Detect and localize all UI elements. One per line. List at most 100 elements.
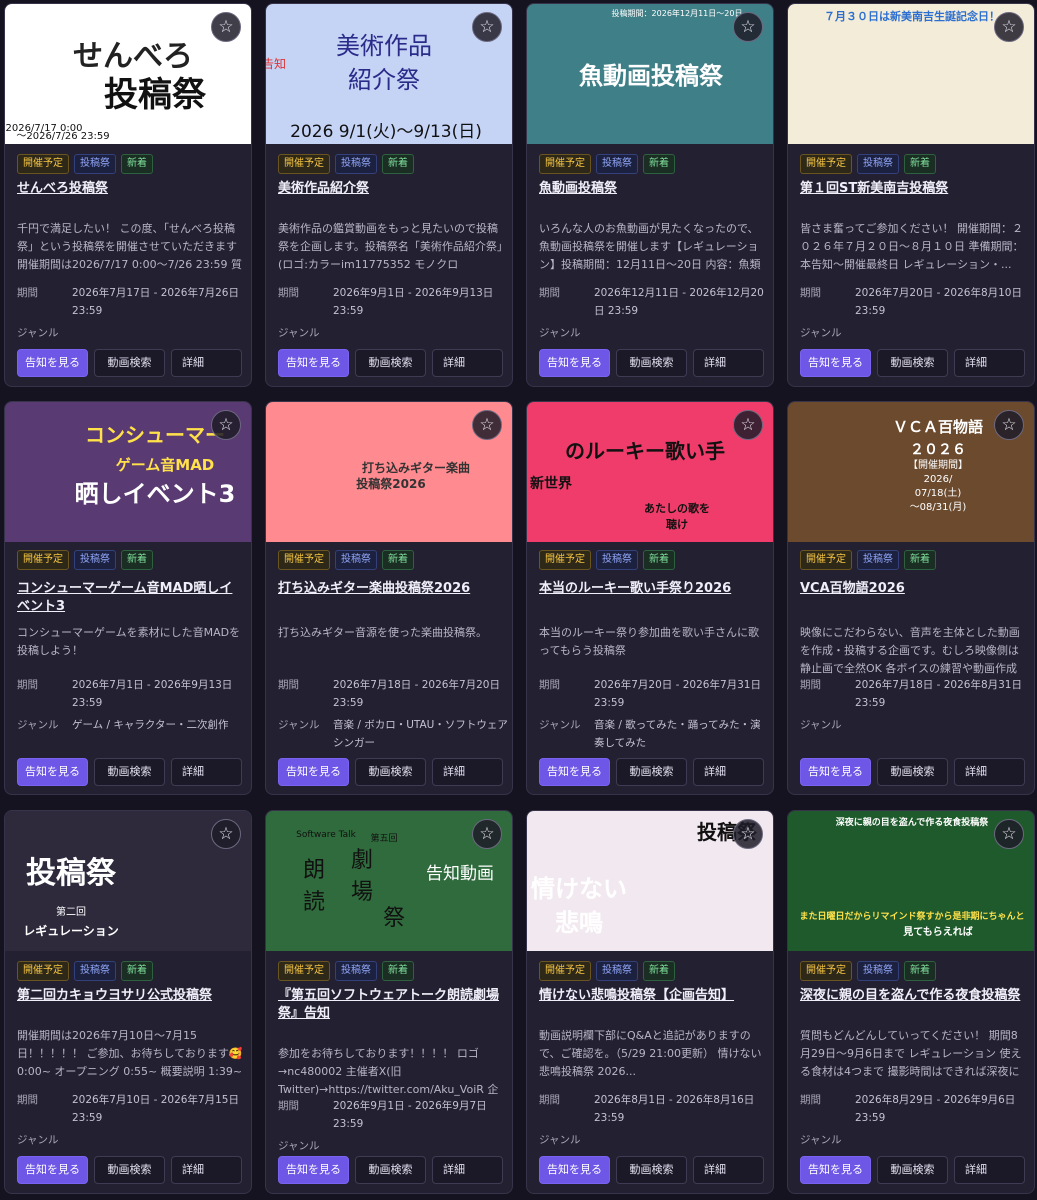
card-actions: 告知を見る 動画検索 詳細 — [278, 758, 503, 786]
card-actions: 告知を見る 動画検索 詳細 — [800, 758, 1025, 786]
video-search-button[interactable]: 動画検索 — [94, 758, 165, 786]
video-search-button[interactable]: 動画検索 — [94, 1156, 165, 1184]
details-button[interactable]: 詳細 — [954, 758, 1025, 786]
favorite-star-icon[interactable]: ☆ — [472, 819, 502, 849]
event-card[interactable]: 深夜に親の目を盗んで作る夜食投稿祭 また日曜日だからリマインド祭すから是非期にちゃ… — [787, 810, 1035, 1194]
period-label: 期間 — [278, 1100, 299, 1112]
thumbnail-text: 投稿祭 — [26, 856, 117, 891]
thumbnail-text: 投稿期間：2026年12月11日～20日 — [612, 8, 743, 18]
thumbnail-text: 新世界 — [530, 475, 573, 492]
event-card[interactable]: ７月３０日は新美南吉生誕記念日！ ☆ 開催予定 投稿祭 新着 第１回ST新美南吉投稿祭 皆さ… — [787, 3, 1035, 387]
thumbnail-text: あたしの歌を — [644, 501, 710, 515]
event-title-link[interactable]: 本当のルーキー歌い手祭り2026 — [539, 580, 767, 598]
view-notice-button[interactable]: 告知を見る — [539, 1156, 610, 1184]
event-title-link[interactable]: せんべろ投稿祭 — [17, 180, 245, 198]
type-badge: 投稿祭 — [335, 154, 377, 174]
details-button[interactable]: 詳細 — [171, 758, 242, 786]
event-card[interactable]: 打ち込みギター楽曲 投稿祭2026 ☆ 開催予定 投稿祭 新着 打ち込みギター楽曲投稿祭20… — [265, 401, 513, 795]
period-value: 2026年9月1日 - 2026年9月7日 23:59 — [333, 1100, 487, 1130]
view-notice-button[interactable]: 告知を見る — [539, 349, 610, 377]
event-card[interactable]: ＶＣＡ百物語 ２０２６ 【開催期間】 2026/07/18(土) ～08/31(月) ☆ 開… — [787, 401, 1035, 795]
period-value: 2026年7月20日 - 2026年7月31日 23:59 — [594, 679, 761, 709]
new-badge: 新着 — [904, 550, 936, 570]
view-notice-button[interactable]: 告知を見る — [17, 1156, 88, 1184]
event-card[interactable]: 魚動画投稿祭 投稿期間：2026年12月11日～20日 ☆ 開催予定 投稿祭 新着 魚動画投… — [526, 3, 774, 387]
event-card[interactable]: 朗読 劇場祭 告知動画 Software Talk 第五回 ☆ 開催予定 投稿祭 新着 『第五回ソ… — [265, 810, 513, 1194]
view-notice-button[interactable]: 告知を見る — [17, 349, 88, 377]
type-badge: 投稿祭 — [335, 961, 377, 981]
favorite-star-icon[interactable]: ☆ — [472, 410, 502, 440]
favorite-star-icon[interactable]: ☆ — [211, 819, 241, 849]
event-description: 動画説明欄下部にQ&Aと追記がありますので、ご確認を。（5/29 21:00更新… — [539, 1029, 762, 1078]
event-card[interactable]: せんべろ投稿祭開催期間：2026/7/17 0:00～2026/7/26 23:… — [4, 3, 252, 387]
event-title-link[interactable]: 魚動画投稿祭 — [539, 180, 767, 198]
favorite-star-icon[interactable]: ☆ — [733, 12, 763, 42]
favorite-star-icon[interactable]: ☆ — [994, 12, 1024, 42]
event-title-link[interactable]: 第１回ST新美南吉投稿祭 — [800, 180, 1028, 198]
details-button[interactable]: 詳細 — [432, 758, 503, 786]
type-badge: 投稿祭 — [335, 550, 377, 570]
thumbnail-text: 投稿祭2026 — [356, 476, 425, 491]
details-button[interactable]: 詳細 — [432, 1156, 503, 1184]
video-search-button[interactable]: 動画検索 — [355, 349, 426, 377]
details-button[interactable]: 詳細 — [693, 1156, 764, 1184]
new-badge: 新着 — [904, 154, 936, 174]
video-search-button[interactable]: 動画検索 — [94, 349, 165, 377]
details-button[interactable]: 詳細 — [954, 1156, 1025, 1184]
details-button[interactable]: 詳細 — [693, 349, 764, 377]
event-card[interactable]: のルーキー歌い手 新世界 あたしの歌を 聴け ☆ 開催予定 投稿祭 新着 本当のルーキー歌い手祭… — [526, 401, 774, 795]
video-search-button[interactable]: 動画検索 — [616, 758, 687, 786]
favorite-star-icon[interactable]: ☆ — [733, 819, 763, 849]
details-button[interactable]: 詳細 — [693, 758, 764, 786]
video-search-button[interactable]: 動画検索 — [355, 1156, 426, 1184]
video-search-button[interactable]: 動画検索 — [616, 349, 687, 377]
favorite-star-icon[interactable]: ☆ — [472, 12, 502, 42]
details-button[interactable]: 詳細 — [432, 349, 503, 377]
new-badge: 新着 — [121, 154, 153, 174]
event-title-link[interactable]: コンシューマーゲーム音MAD晒しイベント3 — [17, 580, 245, 616]
event-title-link[interactable]: 美術作品紹介祭 — [278, 180, 506, 198]
details-button[interactable]: 詳細 — [171, 1156, 242, 1184]
type-badge: 投稿祭 — [857, 550, 899, 570]
badge-group: 開催予定 投稿祭 新着 — [539, 961, 675, 981]
event-card[interactable]: 投稿祭 第二回 レギュレーション ☆ 開催予定 投稿祭 新着 第二回カキョウヨサリ公式投稿祭開… — [4, 810, 252, 1194]
badge-group: 開催予定 投稿祭 新着 — [800, 961, 936, 981]
event-title-link[interactable]: VCA百物語2026 — [800, 580, 1028, 598]
video-search-button[interactable]: 動画検索 — [877, 349, 948, 377]
event-title-link[interactable]: 情けない悲鳴投稿祭【企画告知】 — [539, 987, 767, 1005]
badge-group: 開催予定 投稿祭 新着 — [17, 961, 153, 981]
view-notice-button[interactable]: 告知を見る — [278, 758, 349, 786]
favorite-star-icon[interactable]: ☆ — [733, 410, 763, 440]
genre-value: ゲーム / キャラクター・二次創作 — [72, 719, 229, 731]
favorite-star-icon[interactable]: ☆ — [994, 819, 1024, 849]
view-notice-button[interactable]: 告知を見る — [800, 758, 871, 786]
event-title-link[interactable]: 深夜に親の目を盗んで作る夜食投稿祭 — [800, 987, 1028, 1005]
video-search-button[interactable]: 動画検索 — [355, 758, 426, 786]
event-card[interactable]: コンシューマー ゲーム音MAD 晒しイベント3 ☆ 開催予定 投稿祭 新着 コンシューマーゲー… — [4, 401, 252, 795]
type-badge: 投稿祭 — [596, 961, 638, 981]
status-badge-upcoming: 開催予定 — [539, 154, 591, 174]
video-search-button[interactable]: 動画検索 — [877, 758, 948, 786]
event-title-link[interactable]: 打ち込みギター楽曲投稿祭2026 — [278, 580, 506, 598]
period-value: 2026年8月1日 - 2026年8月16日 23:59 — [594, 1094, 755, 1124]
view-notice-button[interactable]: 告知を見る — [17, 758, 88, 786]
view-notice-button[interactable]: 告知を見る — [278, 1156, 349, 1184]
video-search-button[interactable]: 動画検索 — [877, 1156, 948, 1184]
favorite-star-icon[interactable]: ☆ — [211, 410, 241, 440]
event-description: 千円で満足したい！ この度、「せんべろ投稿祭」という投稿祭を開催させていただきま… — [17, 222, 242, 271]
details-button[interactable]: 詳細 — [171, 349, 242, 377]
thumbnail-text: のルーキー歌い手 — [565, 439, 725, 463]
event-card[interactable]: 投稿祭 情けない 悲鳴 ☆ 開催予定 投稿祭 新着 情けない悲鳴投稿祭【企画告知】 動画説明欄下… — [526, 810, 774, 1194]
favorite-star-icon[interactable]: ☆ — [211, 12, 241, 42]
view-notice-button[interactable]: 告知を見る — [278, 349, 349, 377]
details-button[interactable]: 詳細 — [954, 349, 1025, 377]
event-card[interactable]: 美術作品紹介祭2026 9/1(火)～9/13(日)告知☆開催予定投稿祭新着美術… — [265, 3, 513, 387]
event-title-link[interactable]: 第二回カキョウヨサリ公式投稿祭 — [17, 987, 245, 1005]
event-title-link[interactable]: 『第五回ソフトウェアトーク朗読劇場祭』告知 — [278, 987, 506, 1023]
new-badge: 新着 — [121, 961, 153, 981]
view-notice-button[interactable]: 告知を見る — [539, 758, 610, 786]
video-search-button[interactable]: 動画検索 — [616, 1156, 687, 1184]
view-notice-button[interactable]: 告知を見る — [800, 349, 871, 377]
view-notice-button[interactable]: 告知を見る — [800, 1156, 871, 1184]
favorite-star-icon[interactable]: ☆ — [994, 410, 1024, 440]
